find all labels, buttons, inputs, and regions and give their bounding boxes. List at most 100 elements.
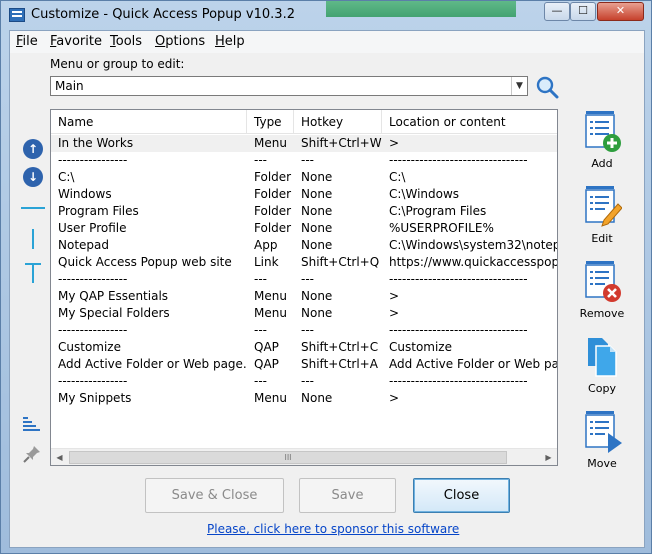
menu-tools[interactable]: Tools [110, 34, 142, 49]
cell-hotkey: Shift+Ctrl+C [301, 340, 379, 354]
scroll-thumb[interactable]: III [69, 451, 507, 464]
cell-hotkey: None [301, 187, 333, 201]
cell-hotkey: None [301, 306, 333, 320]
menu-group-dropdown[interactable]: Main ▼ [50, 76, 528, 96]
move-down-icon[interactable]: ↓ [23, 167, 43, 187]
cell-hotkey: --- [301, 374, 314, 388]
cell-hotkey: --- [301, 323, 314, 337]
cell-hotkey: Shift+Ctrl+A [301, 357, 378, 371]
cell-type: App [254, 238, 278, 252]
list-item[interactable]: ---------------- --- --- ------------------… [51, 373, 557, 390]
chevron-down-icon[interactable]: ▼ [511, 77, 527, 95]
list-item[interactable]: ---------------- --- --- ------------------… [51, 152, 557, 169]
cell-location: C:\ [389, 170, 406, 184]
menu-options[interactable]: Options [155, 34, 205, 49]
title-bar[interactable]: Customize - Quick Access Popup v10.3.2 —… [1, 1, 651, 30]
cell-location: -------------------------------- [389, 272, 528, 286]
cell-hotkey: None [301, 391, 333, 405]
list-item[interactable]: Customize QAP Shift+Ctrl+C Customize [51, 339, 557, 356]
cell-type: --- [254, 323, 267, 337]
cell-name: My QAP Essentials [58, 289, 169, 303]
save-button[interactable]: Save [299, 478, 396, 513]
list-item[interactable]: Add Active Folder or Web page... QAP Shift… [51, 356, 557, 373]
cell-name: Quick Access Popup web site [58, 255, 232, 269]
close-button[interactable]: Close [413, 478, 510, 513]
column-location[interactable]: Location or content [382, 110, 557, 134]
menu-favorite[interactable]: Favorite [50, 34, 102, 49]
add-column-break-icon[interactable] [32, 229, 34, 249]
move-button[interactable]: Move [576, 411, 628, 470]
add-separator-icon[interactable] [21, 207, 45, 209]
pin-icon[interactable] [22, 444, 42, 464]
cell-name: Windows [58, 187, 112, 201]
edit-label: Edit [591, 232, 613, 245]
list-item[interactable]: In the Works Menu Shift+Ctrl+W > [51, 135, 557, 152]
cell-name: My Special Folders [58, 306, 170, 320]
list-item[interactable]: User Profile Folder None %USERPROFILE% [51, 220, 557, 237]
cell-type: --- [254, 374, 267, 388]
menu-group-value: Main [55, 79, 84, 93]
copy-label: Copy [588, 382, 616, 395]
edit-favorite-icon [585, 186, 623, 227]
add-button[interactable]: Add [576, 111, 628, 170]
list-item[interactable]: Windows Folder None C:\Windows [51, 186, 557, 203]
cell-location: https://www.quickaccesspopup.com [389, 255, 557, 269]
list-item[interactable]: ---------------- --- --- ------------------… [51, 322, 557, 339]
cell-location: -------------------------------- [389, 323, 528, 337]
cell-name: ---------------- [58, 153, 128, 167]
cell-type: Link [254, 255, 279, 269]
cell-name: ---------------- [58, 272, 128, 286]
column-hotkey[interactable]: Hotkey [294, 110, 382, 134]
cell-name: In the Works [58, 136, 134, 150]
cell-location: C:\Windows [389, 187, 460, 201]
column-name[interactable]: Name [51, 110, 247, 134]
cell-location: C:\Windows\system32\notepad.exe [389, 238, 557, 252]
cell-location: %USERPROFILE% [389, 221, 494, 235]
menu-group-label: Menu or group to edit: [50, 57, 185, 71]
cell-type: --- [254, 153, 267, 167]
list-item[interactable]: C:\ Folder None C:\ [51, 169, 557, 186]
remove-label: Remove [579, 307, 625, 320]
save-close-button[interactable]: Save & Close [145, 478, 284, 513]
cell-type: Folder [254, 221, 292, 235]
list-item[interactable]: ---------------- --- --- ------------------… [51, 271, 557, 288]
list-item[interactable]: My Snippets Menu None > [51, 390, 557, 407]
scroll-left-icon[interactable]: ◀ [51, 449, 68, 465]
add-text-separator-icon[interactable] [25, 263, 41, 283]
cell-location: Customize [389, 340, 452, 354]
list-item[interactable]: My Special Folders Menu None > [51, 305, 557, 322]
cell-hotkey: Shift+Ctrl+Q [301, 255, 380, 269]
list-header: Name Type Hotkey Location or content [51, 110, 557, 134]
maximize-button[interactable]: ☐ [570, 2, 596, 21]
sort-icon[interactable] [22, 415, 42, 435]
cell-name: Notepad [58, 238, 109, 252]
horizontal-scrollbar[interactable]: ◀ III ▶ [51, 448, 557, 465]
cell-hotkey: None [301, 170, 333, 184]
search-icon[interactable] [535, 75, 559, 99]
copy-favorite-icon [588, 338, 617, 377]
remove-button[interactable]: Remove [576, 261, 628, 320]
scroll-right-icon[interactable]: ▶ [540, 449, 557, 465]
favorites-list[interactable]: Name Type Hotkey Location or content In … [50, 109, 558, 466]
cell-location: > [389, 391, 400, 405]
menu-file[interactable]: File [16, 34, 38, 49]
close-window-button[interactable]: ✕ [597, 2, 644, 21]
list-item[interactable]: Notepad App None C:\Windows\system32\notepa… [51, 237, 557, 254]
list-item[interactable]: Program Files Folder None C:\Program Files [51, 203, 557, 220]
cell-name: Program Files [58, 204, 139, 218]
cell-name: User Profile [58, 221, 127, 235]
menu-help[interactable]: Help [215, 34, 245, 49]
cell-type: Menu [254, 306, 287, 320]
list-item[interactable]: Quick Access Popup web site Link Shift+Ctr… [51, 254, 557, 271]
cell-name: C:\ [58, 170, 75, 184]
column-type[interactable]: Type [247, 110, 294, 134]
cell-name: ---------------- [58, 374, 128, 388]
move-up-icon[interactable]: ↑ [23, 139, 43, 159]
cell-hotkey: None [301, 289, 333, 303]
sponsor-link[interactable]: Please, click here to sponsor this softw… [207, 522, 459, 536]
list-item[interactable]: My QAP Essentials Menu None > [51, 288, 557, 305]
copy-button[interactable]: Copy [576, 336, 628, 395]
window-title: Customize - Quick Access Popup v10.3.2 [31, 7, 295, 22]
edit-button[interactable]: Edit [576, 186, 628, 245]
minimize-button[interactable]: — [544, 2, 570, 21]
